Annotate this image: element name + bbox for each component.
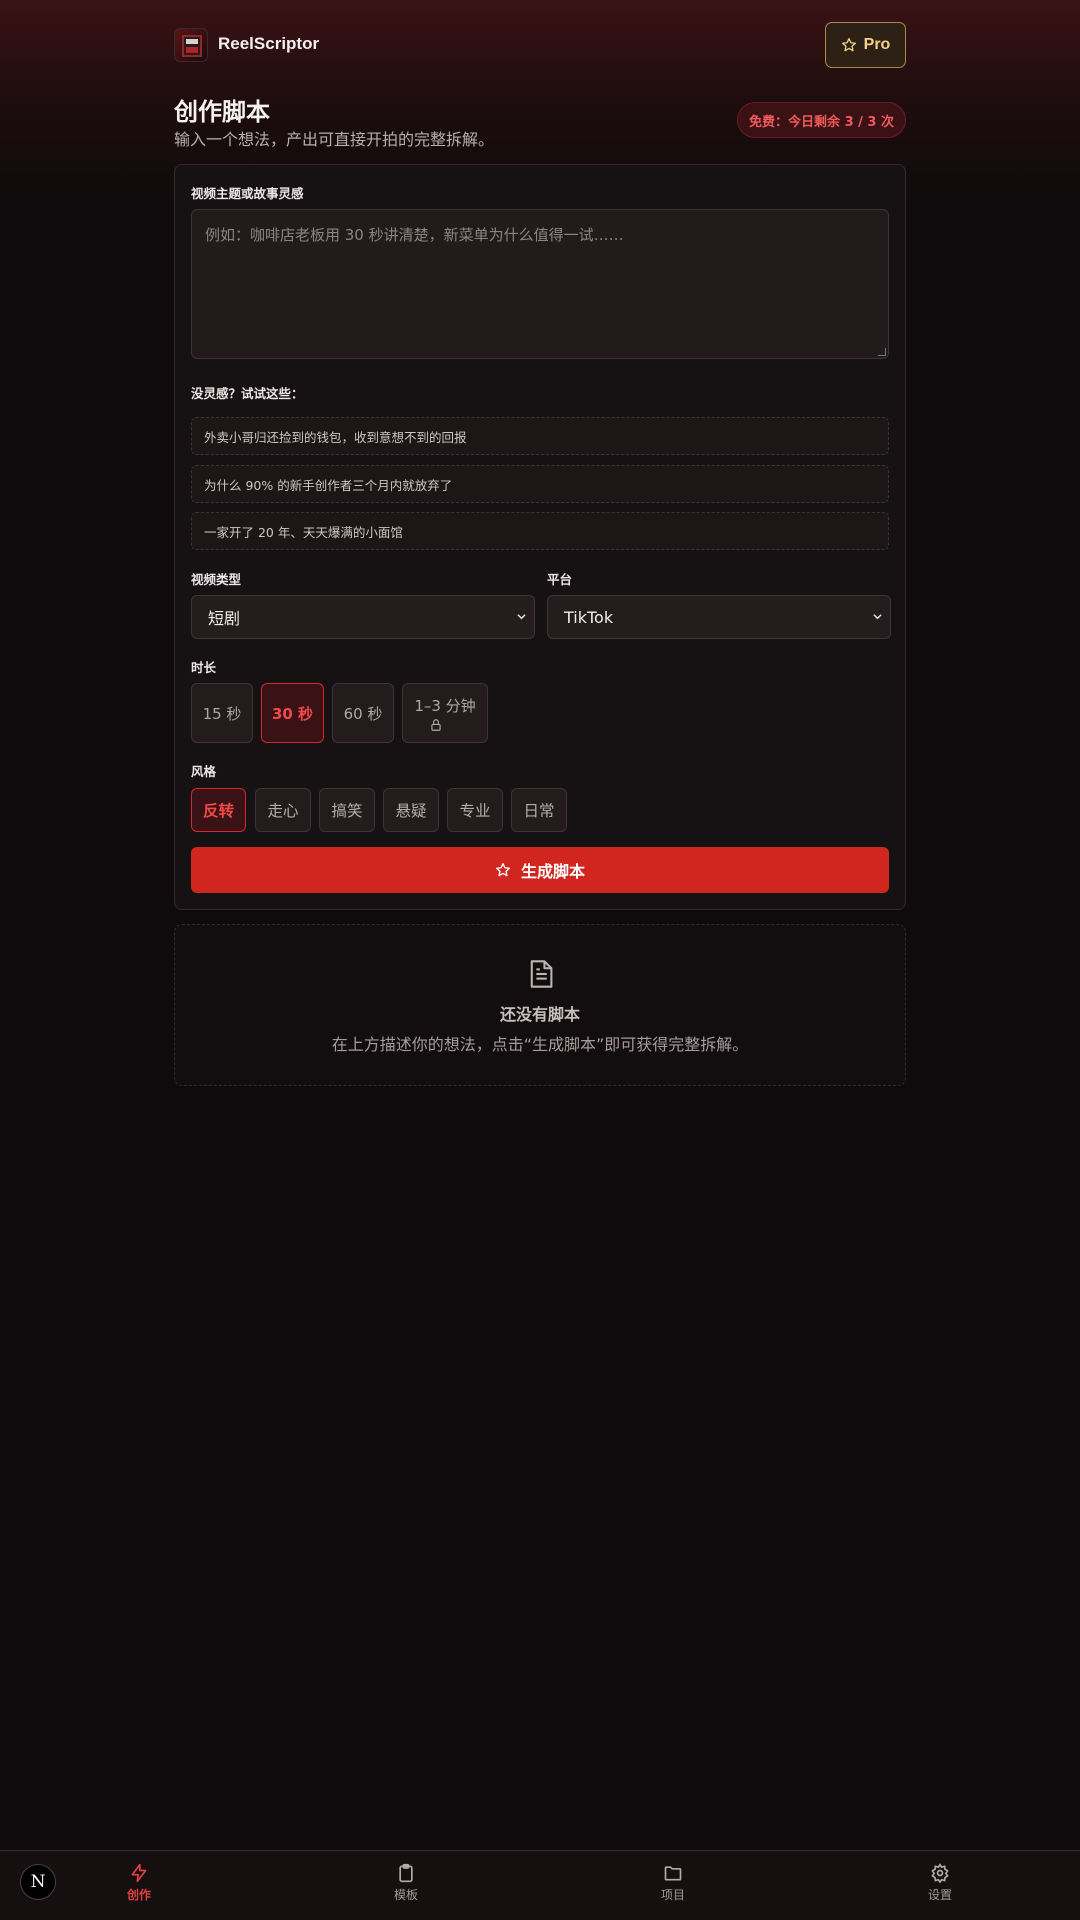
video-type-label: 视频类型 [191,572,242,587]
document-icon [530,960,553,988]
nav-label: 创作 [126,1888,151,1902]
pro-label: Pro [863,36,891,53]
empty-state: 还没有脚本 在上方描述你的想法，点击“生成脚本”即可获得完整拆解。 [174,924,906,1086]
topic-placeholder: 例如：咖啡店老板用 30 秒讲清楚，新菜单为什么值得一试…… [205,226,624,244]
nav-projects[interactable]: 项目 [633,1863,713,1903]
page-subtitle: 输入一个想法，产出可直接开拍的完整拆解。 [174,130,495,149]
generate-label: 生成脚本 [520,862,585,881]
duration-option-15s[interactable]: 15 秒 [191,683,253,743]
style-option-professional[interactable]: 专业 [447,788,503,832]
nav-settings[interactable]: 设置 [900,1863,980,1903]
folder-icon [664,1866,682,1881]
style-option-twist[interactable]: 反转 [191,788,246,832]
inspiration-label: 没灵感？试试这些： [191,386,304,401]
platform-value: TikTok [564,607,614,627]
idea-suggestion[interactable]: 为什么 90% 的新手创作者三个月内就放弃了 [191,465,889,503]
duration-option-label: 15 秒 [202,704,242,723]
app-logo [174,28,208,62]
duration-option-label: 1–3 分钟 [414,696,476,715]
style-option-daily[interactable]: 日常 [511,788,567,832]
duration-option-30s[interactable]: 30 秒 [261,683,324,743]
lightning-icon [131,1863,147,1883]
star-icon [495,863,510,877]
style-option-funny[interactable]: 搞笑 [319,788,375,832]
platform-select[interactable]: TikTok [547,595,891,639]
video-type-value: 短剧 [208,609,241,628]
script-form-card: 视频主题或故事灵感 例如：咖啡店老板用 30 秒讲清楚，新菜单为什么值得一试……… [174,164,906,910]
dev-badge[interactable]: N [20,1864,56,1900]
bottom-nav: N 创作 模板 项目 设置 [0,1850,1080,1920]
brand-name: ReelScriptor [218,34,320,53]
topic-input[interactable]: 例如：咖啡店老板用 30 秒讲清楚，新菜单为什么值得一试…… [191,209,889,359]
nav-label: 项目 [660,1888,685,1902]
topic-label: 视频主题或故事灵感 [191,186,304,201]
duration-option-label: 30 秒 [271,704,314,723]
lock-icon [431,718,441,731]
style-label: 风格 [191,764,217,779]
nav-label: 设置 [927,1888,952,1902]
nav-templates[interactable]: 模板 [366,1863,446,1903]
chevron-down-icon [517,614,526,620]
generate-script-button[interactable]: 生成脚本 [191,847,889,893]
style-option-suspense[interactable]: 悬疑 [383,788,439,832]
duration-option-1-3min[interactable]: 1–3 分钟 [402,683,488,743]
empty-description: 在上方描述你的想法，点击“生成脚本”即可获得完整拆解。 [331,1035,749,1054]
video-type-select[interactable]: 短剧 [191,595,535,639]
app-header: ReelScriptor Pro [174,22,906,68]
chevron-down-icon [873,614,882,620]
idea-suggestion[interactable]: 一家开了 20 年、天天爆满的小面馆 [191,512,889,550]
clipboard-icon [399,1863,413,1883]
resize-handle[interactable] [878,348,886,356]
page-title: 创作脚本 [174,98,270,126]
pro-button[interactable]: Pro [825,22,906,68]
idea-suggestion[interactable]: 外卖小哥归还捡到的钱包，收到意想不到的回报 [191,417,889,455]
platform-label: 平台 [547,572,573,587]
nav-create[interactable]: 创作 [99,1863,179,1903]
star-icon [841,38,856,52]
gear-icon [931,1863,949,1883]
nav-label: 模板 [393,1888,418,1902]
duration-option-label: 60 秒 [343,704,383,723]
style-option-heartfelt[interactable]: 走心 [255,788,311,832]
empty-title: 还没有脚本 [499,1005,580,1024]
quota-badge: 免费：今日剩余 3 / 3 次 [737,102,906,138]
duration-label: 时长 [191,660,217,675]
duration-option-60s[interactable]: 60 秒 [332,683,394,743]
